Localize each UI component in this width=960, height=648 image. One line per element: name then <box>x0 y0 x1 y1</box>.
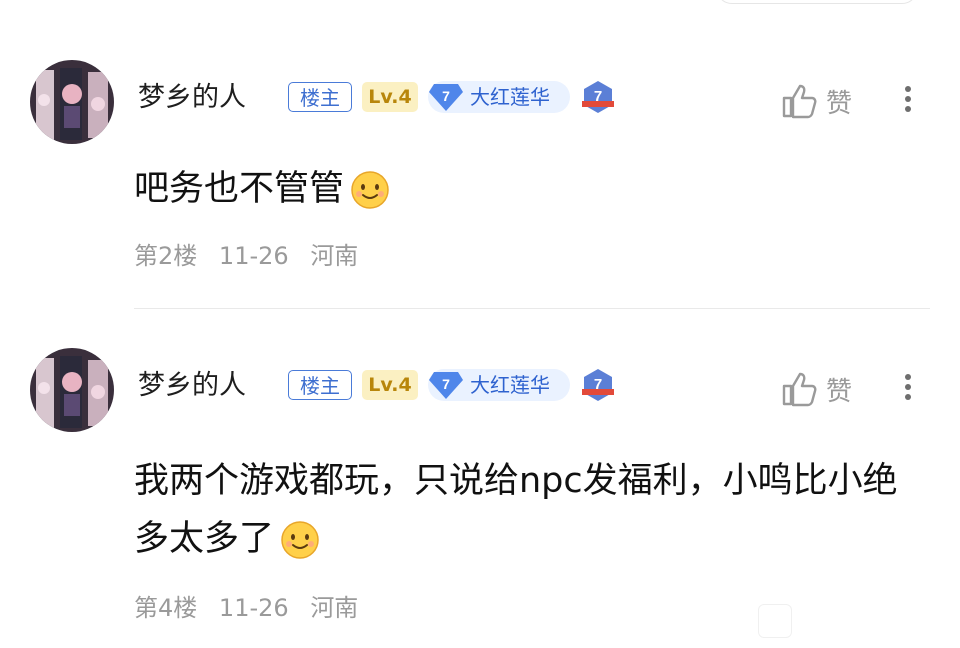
comment-content: 吧务也不管管 <box>134 160 914 218</box>
level-badge: Lv.4 <box>362 370 418 400</box>
owner-badge: 楼主 <box>288 370 352 400</box>
floor-number: 第2楼 <box>134 242 198 270</box>
level-medal-icon: 7 <box>582 369 614 401</box>
username[interactable]: 梦乡的人 <box>138 82 246 114</box>
like-label: 赞 <box>826 88 853 119</box>
more-vertical-icon[interactable] <box>898 370 918 410</box>
comment-text: 我两个游戏都玩，只说给npc发福利，小鸣比小绝多太多了 <box>134 461 898 559</box>
avatar[interactable] <box>30 60 114 144</box>
thumbs-up-icon <box>782 372 817 407</box>
floating-image-icon[interactable] <box>758 604 792 638</box>
like-label: 赞 <box>826 376 853 407</box>
owner-badge: 楼主 <box>288 82 352 112</box>
level-medal-icon: 7 <box>582 81 614 113</box>
fan-level-number: 7 <box>442 88 450 104</box>
like-button[interactable]: 赞 <box>780 81 852 121</box>
smiling-face-emoji <box>351 171 389 209</box>
diamond-icon: 7 <box>429 372 463 399</box>
comment-location: 河南 <box>310 242 359 270</box>
diamond-icon: 7 <box>429 84 463 111</box>
comment-location: 河南 <box>310 594 359 622</box>
fan-level-number: 7 <box>442 376 450 392</box>
comment-content: 我两个游戏都玩，只说给npc发福利，小鸣比小绝多太多了 <box>134 452 914 568</box>
smiling-face-emoji <box>281 521 319 559</box>
fan-title: 大红莲华 <box>470 85 550 109</box>
comment-meta: 第4楼 11-26 河南 <box>134 588 372 623</box>
medal-level-number: 7 <box>594 88 602 105</box>
comment-meta: 第2楼 11-26 河南 <box>134 236 372 271</box>
level-badge: Lv.4 <box>362 82 418 112</box>
floor-number: 第4楼 <box>134 594 198 622</box>
medal-level-number: 7 <box>594 376 602 393</box>
comment-text: 吧务也不管管 <box>134 169 345 209</box>
comment-date: 11-26 <box>218 242 289 270</box>
like-button[interactable]: 赞 <box>780 369 852 409</box>
fan-title: 大红莲华 <box>470 373 550 397</box>
fan-badge[interactable]: 7 大红莲华 <box>428 81 570 113</box>
comment-list: 梦乡的人 楼主 Lv.4 7 大红莲华 7 赞 吧务也不管管 第2楼 11-26… <box>0 0 960 648</box>
divider <box>134 308 930 309</box>
thumbs-up-icon <box>782 84 817 119</box>
comment-date: 11-26 <box>218 594 289 622</box>
avatar[interactable] <box>30 348 114 432</box>
more-vertical-icon[interactable] <box>898 82 918 122</box>
top-input-pill[interactable] <box>716 0 918 4</box>
fan-badge[interactable]: 7 大红莲华 <box>428 369 570 401</box>
username[interactable]: 梦乡的人 <box>138 370 246 402</box>
